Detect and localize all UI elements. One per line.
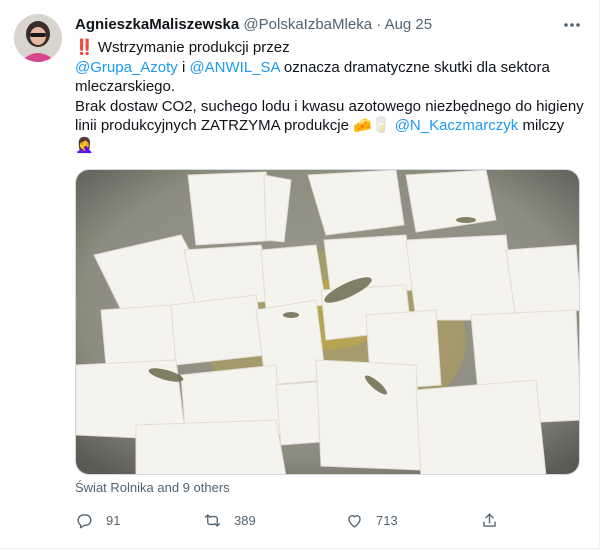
separator-dot: ·: [376, 16, 382, 33]
reply-icon: [77, 513, 92, 528]
facepalm-emoji: 🤦‍♀️: [75, 136, 94, 154]
tweet-line-1-text: Wstrzymanie produkcji przez: [97, 39, 290, 56]
tweet-line-6: 🤦‍♀️: [75, 136, 585, 156]
tweet-photo[interactable]: [75, 169, 580, 475]
tweet-date[interactable]: Aug 25: [385, 16, 433, 33]
tweet-line-2: @Grupa_Azoty i @ANWIL_SA oznacza dramaty…: [75, 58, 585, 78]
tweet-card[interactable]: AgnieszkaMaliszewska @PolskaIzbaMleka · …: [0, 0, 600, 549]
reply-button[interactable]: 91: [75, 505, 120, 535]
more-icon[interactable]: [561, 14, 583, 36]
tweet-line-4: Brak dostaw CO2, suchego lodu i kwasu az…: [75, 97, 584, 115]
retweet-count: 389: [234, 512, 256, 528]
cheese-milk-emoji: 🧀🥛: [353, 117, 391, 134]
tweet-header: AgnieszkaMaliszewska @PolskaIzbaMleka · …: [75, 14, 579, 36]
share-button[interactable]: [480, 505, 511, 535]
double-exclamation-emoji: ‼️: [75, 39, 94, 56]
like-icon: [348, 514, 361, 528]
like-count: 713: [376, 512, 398, 528]
retweet-icon: [204, 513, 221, 527]
avatar[interactable]: [14, 14, 62, 62]
mention-anwil[interactable]: @ANWIL_SA: [189, 59, 279, 76]
author-handle[interactable]: @PolskaIzbaMleka: [243, 16, 372, 33]
avatar-image: [14, 14, 62, 62]
reply-count: 91: [106, 512, 121, 528]
author-name[interactable]: AgnieszkaMaliszewska: [75, 16, 239, 33]
mention-grupa-azoty[interactable]: @Grupa_Azoty: [75, 59, 178, 76]
retweet-button[interactable]: 389: [203, 505, 256, 535]
tweet-text: ‼️ Wstrzymanie produkcji przez @Grupa_Az…: [75, 38, 585, 155]
cheese-photo-image: [76, 170, 579, 474]
tweet-line-3: mleczarskiego.: [75, 78, 176, 95]
tweet-line-5-text: linii produkcyjnych ZATRZYMA produkcje: [75, 117, 354, 134]
mention-n-kaczmarczyk[interactable]: @N_Kaczmarczyk: [395, 117, 519, 134]
liked-by-text[interactable]: Świat Rolnika and 9 others: [75, 480, 230, 495]
tweet-line-2-text: oznacza dramatyczne skutki dla sektora: [279, 58, 550, 76]
like-button[interactable]: 713: [345, 505, 398, 535]
tweet-line-5-end: milczy: [518, 117, 565, 134]
conjunction-text: i: [177, 58, 190, 76]
tweet-line-1: ‼️ Wstrzymanie produkcji przez: [75, 38, 585, 58]
tweet-line-5: linii produkcyjnych ZATRZYMA produkcje 🧀…: [75, 116, 585, 136]
share-icon: [483, 512, 496, 527]
tweet-actions: 91 389 713: [75, 505, 515, 535]
